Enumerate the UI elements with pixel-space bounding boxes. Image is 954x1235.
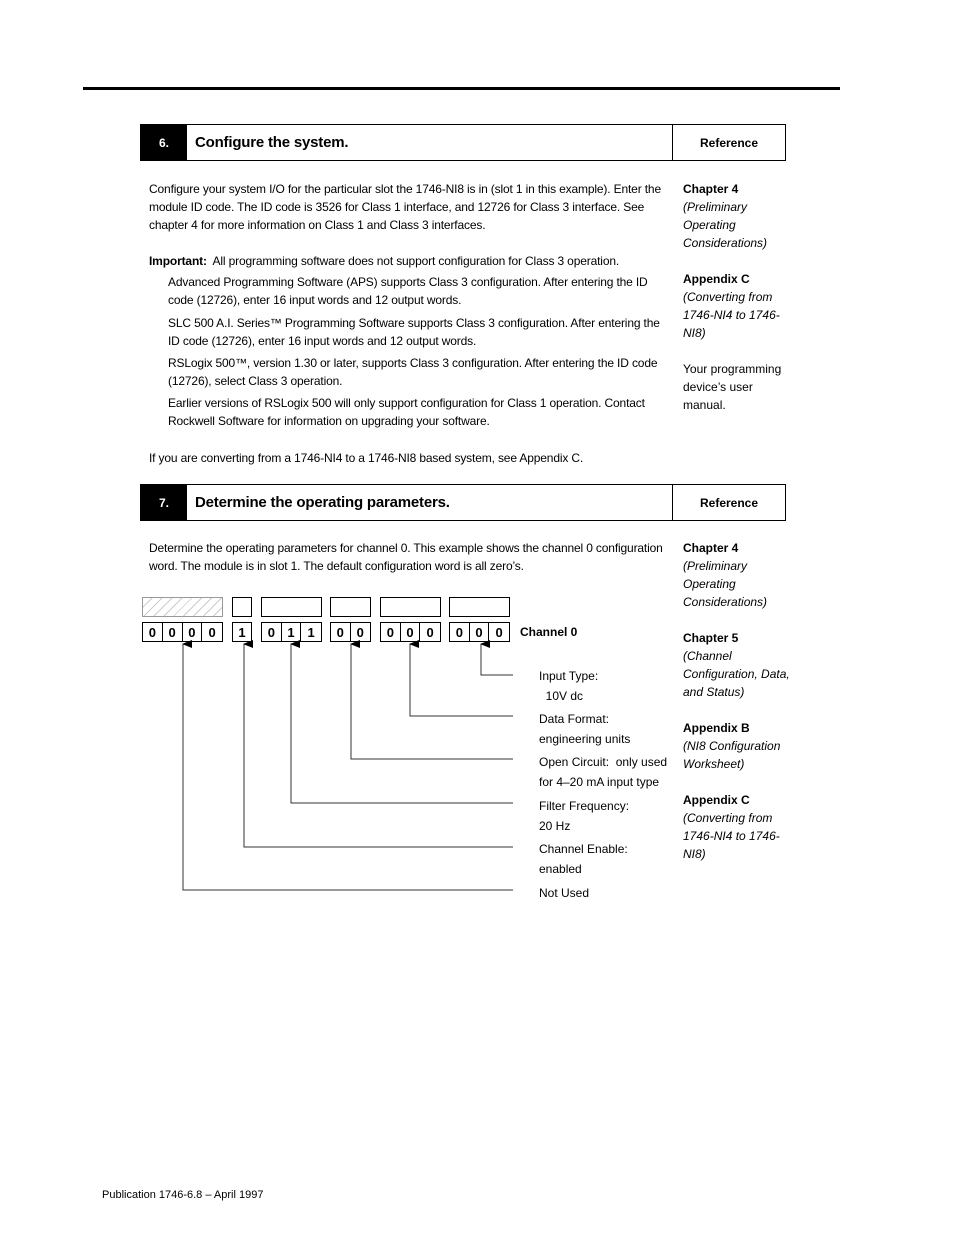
connector-lines bbox=[182, 640, 513, 891]
field-label-value: for 4–20 mA input type bbox=[539, 775, 660, 789]
connector-line bbox=[182, 640, 513, 891]
connector-line bbox=[409, 640, 513, 717]
field-label-value: 20 Hz bbox=[539, 819, 571, 833]
field-label: Filter Frequency: 20 Hz bbox=[539, 796, 679, 836]
field-label: Channel Enable: enabled bbox=[539, 839, 679, 879]
field-label-name: Open Circuit: only used bbox=[539, 755, 668, 769]
connector-line bbox=[290, 640, 513, 804]
field-label-value: engineering units bbox=[539, 732, 631, 746]
field-label: Data Format: engineering units bbox=[539, 709, 679, 749]
field-label-name: Filter Frequency: bbox=[539, 799, 630, 813]
field-label-value: enabled bbox=[539, 862, 582, 876]
field-label-name: Not Used bbox=[539, 886, 590, 900]
footer-publication: Publication 1746-6.8 – April 1997 bbox=[102, 1189, 264, 1201]
field-label-value: 10V dc bbox=[539, 689, 584, 703]
connector-line bbox=[480, 640, 513, 676]
field-label: Input Type: 10V dc bbox=[539, 666, 679, 706]
field-label-name: Channel Enable: bbox=[539, 842, 628, 856]
field-label-name: Data Format: bbox=[539, 712, 610, 726]
connector-line bbox=[350, 640, 513, 760]
field-label: Not Used bbox=[539, 883, 679, 903]
connector-line bbox=[243, 640, 513, 848]
field-label-name: Input Type: bbox=[539, 669, 599, 683]
field-label: Open Circuit: only used for 4–20 mA input… bbox=[539, 752, 679, 792]
